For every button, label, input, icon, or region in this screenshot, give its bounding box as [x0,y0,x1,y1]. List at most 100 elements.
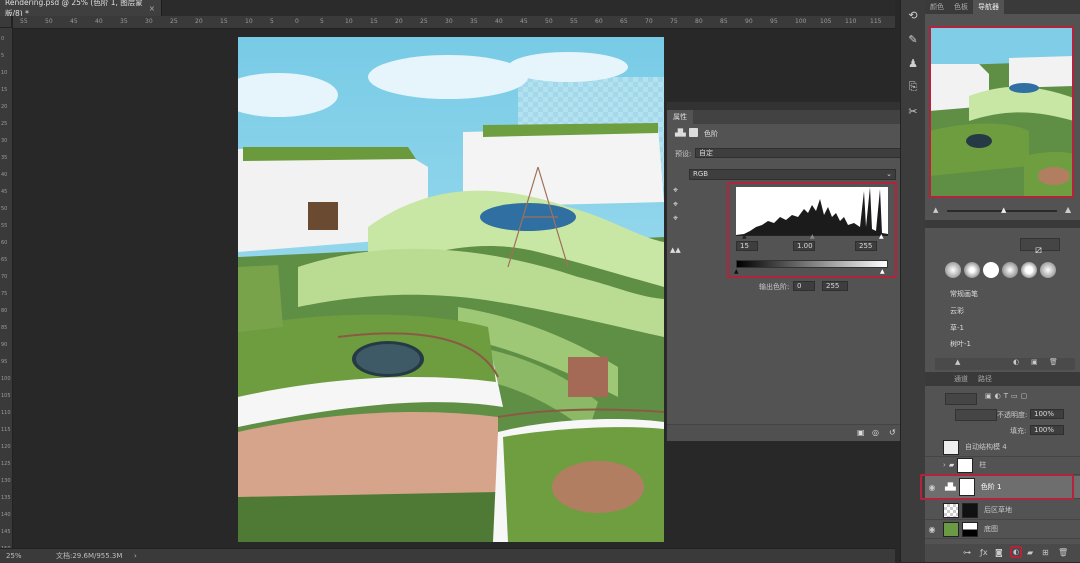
blend-mode-dropdown[interactable] [955,409,997,421]
input-gamma-field[interactable]: 1.00 [793,241,815,251]
tab-swatches[interactable]: 色板 [949,0,973,14]
tab-channels[interactable]: 通道 [949,372,973,386]
delete-layer-icon[interactable]: 🗑 [1058,548,1068,557]
ruler-tick: 45 [1,189,8,195]
preset-label: 预设: [675,150,692,158]
ruler-tick: 90 [745,18,753,25]
clone-source-icon[interactable]: ⎘ [904,78,922,96]
status-bar: 25% 文档:29.6M/955.3M › [0,548,895,563]
mask-icon[interactable] [689,128,698,137]
ruler-tick: 130 [1,478,11,484]
preset-value: 自定 [699,149,713,157]
navigator-preview[interactable] [929,26,1074,198]
chevron-down-icon: ⌄ [886,170,892,178]
new-adjustment-layer-icon[interactable]: ◐ [1010,546,1022,558]
ruler-tick: 0 [295,18,299,25]
brush-slider-handle[interactable]: ▲ [955,358,960,366]
clip-to-layer-icon[interactable]: ▣ [857,428,865,437]
layer-row[interactable]: › ▰ 柱 [925,456,1080,475]
new-brush-icon[interactable]: ▣ [1031,358,1038,366]
ruler-tick: 25 [1,121,8,127]
ruler-tick: 75 [1,291,8,297]
status-menu-arrow[interactable]: › [134,552,137,560]
channel-dropdown[interactable]: RGB ⌄ [689,169,896,180]
brush-tip-4[interactable] [1002,262,1018,278]
ruler-tick: 30 [145,18,153,25]
brush-tip-1[interactable] [945,262,961,278]
layer-name[interactable]: 柱 [979,460,986,470]
folder-expand-icon[interactable]: › [943,461,946,469]
clipping-warning-icon[interactable]: ▲▲ [670,246,681,254]
navigator-zoom-handle[interactable]: ▲ [1001,206,1006,214]
opacity-field[interactable]: 100% [1030,409,1064,419]
output-black-slider[interactable]: ▲ [734,268,739,275]
brush-tip-2[interactable] [964,262,980,278]
tab-paths[interactable]: 路径 [973,372,997,386]
ruler-tick: 140 [1,512,11,518]
ruler-origin[interactable] [0,16,12,28]
history-icon[interactable]: ⟲ [904,6,922,24]
layer-row[interactable]: ◉ 底图 [925,520,1080,539]
new-layer-icon[interactable]: ⊞ [1042,548,1049,557]
visibility-eye-icon[interactable]: ◉ [925,525,939,534]
brush-item[interactable]: 草-1 [950,323,964,333]
ruler-tick: 60 [595,18,603,25]
layer-row[interactable]: 后区草地 [925,501,1080,520]
delete-brush-icon[interactable]: 🗑 [1049,358,1058,366]
gray-point-eyedropper-icon[interactable]: ⌖ [673,200,678,210]
layer-filter-icons[interactable]: ▣◐T▭▢ [985,392,1030,400]
preset-dropdown[interactable]: 自定 ⌄ [695,148,930,158]
layer-row[interactable]: 自动结构模 4 [925,438,1080,457]
reset-icon[interactable]: ↺ [889,428,896,437]
ruler-tick: 115 [870,18,882,25]
output-white-field[interactable]: 255 [822,281,848,291]
document-tab[interactable]: Rendering.psd @ 25% (色阶 1, 图层蒙版/8) * × [0,0,162,18]
ruler-tick: 20 [1,104,8,110]
black-point-eyedropper-icon[interactable]: ⌖ [673,186,678,196]
view-previous-icon[interactable]: ◎ [872,428,879,437]
input-black-slider[interactable]: ▲ [742,233,747,240]
brush-item[interactable]: 云彩 [950,306,964,316]
link-layers-icon[interactable]: ⊶ [963,548,971,557]
new-group-icon[interactable]: ▰ [1027,548,1033,557]
folder-icon: ▰ [948,461,955,469]
layer-name[interactable]: 自动结构模 4 [965,442,1007,452]
input-white-field[interactable]: 255 [855,241,877,251]
input-gamma-slider[interactable]: ▲ [810,233,815,240]
tab-properties[interactable]: 属性 [667,110,693,124]
brush-tip-5[interactable] [1021,262,1037,278]
ruler-tick: 135 [1,495,11,501]
brush-item[interactable]: 树叶-1 [950,339,971,349]
add-mask-icon[interactable]: ◙ [995,548,1003,557]
ruler-tick: 40 [495,18,503,25]
brush-toggle-icon[interactable]: ◐ [1013,358,1019,366]
navigator-view-box[interactable] [929,26,1074,198]
person-icon[interactable]: ♟ [904,54,922,72]
tab-color[interactable]: 颜色 [925,0,949,14]
layer-name[interactable]: 底图 [984,524,998,534]
brush-settings-icon[interactable]: ⧄ [1035,243,1042,257]
brush-item[interactable]: 常规画笔 [950,289,978,299]
zoom-out-icon[interactable]: ▲ [933,206,938,214]
zoom-level[interactable]: 25% [6,552,48,560]
fx-icon[interactable]: ƒx [980,548,988,557]
close-document-icon[interactable]: × [149,4,155,13]
layer-filter-dropdown[interactable] [945,393,977,405]
fill-field[interactable]: 100% [1030,425,1064,435]
zoom-in-icon[interactable]: ▲ [1065,205,1071,214]
brush-tip-3[interactable] [983,262,999,278]
brush-preset-icon[interactable]: ✎ [904,30,922,48]
group-mask-thumbnail [957,457,974,473]
output-white-slider[interactable]: ▲ [880,268,885,275]
ruler-tick: 50 [1,206,8,212]
tab-navigator[interactable]: 导航器 [973,0,1004,14]
input-white-slider[interactable]: ▲ [879,233,884,240]
scissors-icon[interactable]: ✂ [904,102,922,120]
ruler-tick: 115 [1,427,11,433]
ruler-tick: 100 [795,18,807,25]
brush-tip-6[interactable] [1040,262,1056,278]
input-black-field[interactable]: 15 [736,241,758,251]
white-point-eyedropper-icon[interactable]: ⌖ [673,214,678,224]
layer-name[interactable]: 后区草地 [984,505,1012,515]
output-black-field[interactable]: 0 [793,281,815,291]
